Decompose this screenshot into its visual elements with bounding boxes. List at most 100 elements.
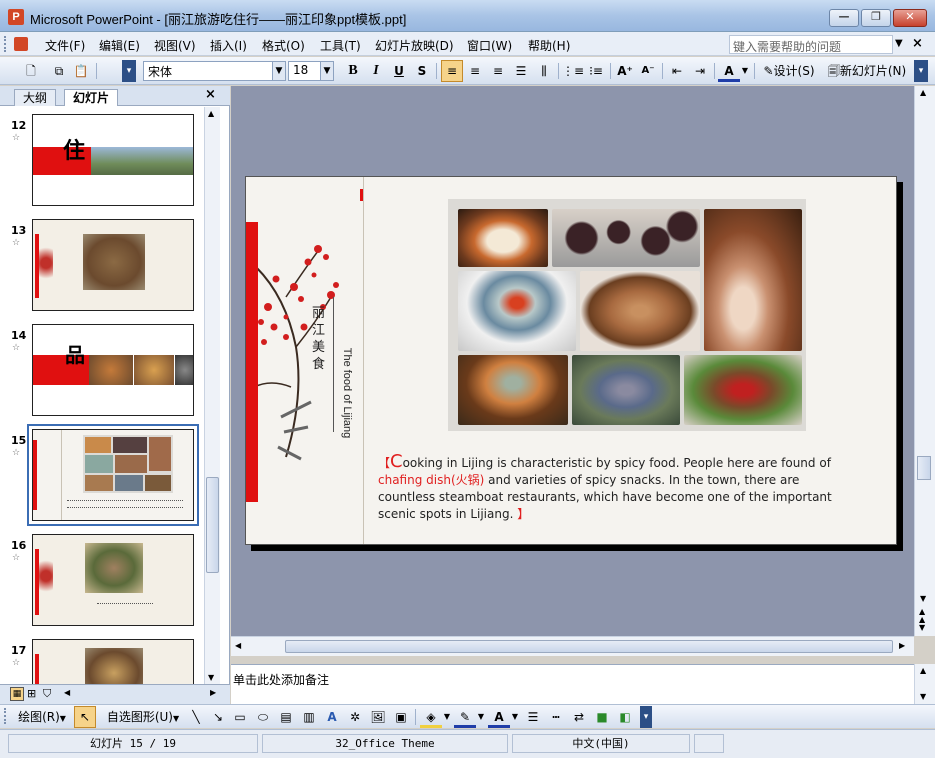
menu-window[interactable]: 窗口(W) (467, 37, 512, 54)
chevron-down-icon[interactable]: ▼ (740, 60, 750, 82)
menu-edit[interactable]: 编辑(E) (99, 37, 140, 54)
help-search-input[interactable]: 键入需要帮助的问题 (729, 35, 893, 54)
textbox-icon[interactable]: ▤ (275, 706, 297, 728)
font-name-select[interactable]: 宋体 ▼ (143, 61, 286, 81)
notes-scrollbar[interactable]: ▲ ▼ (914, 664, 935, 704)
menu-view[interactable]: 视图(V) (154, 37, 196, 54)
minimize-button[interactable]: — (829, 9, 859, 27)
oval-icon[interactable]: ⬭ (252, 706, 274, 728)
line-color-icon[interactable]: ✎ (454, 706, 476, 728)
font-color-icon[interactable]: A (718, 60, 740, 82)
align-center-icon[interactable]: ≡ (464, 60, 486, 82)
3d-style-icon[interactable]: ◧ (614, 706, 636, 728)
menu-slideshow[interactable]: 幻灯片放映(D) (375, 37, 454, 54)
menu-tools[interactable]: 工具(T) (320, 37, 361, 54)
slide-sorter-icon[interactable]: ⊞ (27, 687, 36, 700)
document-icon[interactable] (14, 37, 28, 51)
copy-icon[interactable]: ⧉ (48, 60, 70, 82)
tab-outline[interactable]: 大纲 (14, 89, 57, 106)
insert-picture-icon[interactable]: ▣ (390, 706, 412, 728)
align-right-icon[interactable]: ≡ (487, 60, 509, 82)
slide-title-en[interactable]: The food of Lijiang (341, 318, 353, 468)
line-style-icon[interactable]: ☰ (522, 706, 544, 728)
scroll-right-icon[interactable]: ▶ (899, 641, 905, 650)
scrollbar-thumb[interactable] (285, 640, 893, 653)
wordart-icon[interactable]: A (321, 706, 343, 728)
slide-thumbnail-13[interactable] (32, 219, 194, 311)
scroll-up-icon[interactable]: ▲ (208, 109, 214, 118)
scrollbar-thumb[interactable] (206, 477, 219, 573)
design-button[interactable]: ✎设计(S) (758, 60, 820, 82)
align-left-icon[interactable]: ≡ (441, 60, 463, 82)
new-slide-button[interactable]: 🗐新幻灯片(N) (822, 60, 912, 82)
slide-thumbnail-15[interactable] (27, 424, 199, 526)
rectangle-icon[interactable]: ▭ (229, 706, 251, 728)
font-color-icon[interactable]: A (488, 706, 510, 728)
scroll-left-icon[interactable]: ◀ (235, 641, 241, 650)
underline-button[interactable]: U (388, 60, 410, 82)
tab-slides[interactable]: 幻灯片 (64, 89, 119, 106)
arrow-style-icon[interactable]: ⇄ (568, 706, 590, 728)
toolbar-grip[interactable] (4, 36, 7, 52)
scroll-right-icon[interactable]: ▶ (210, 688, 216, 697)
slide-horizontal-scrollbar[interactable]: ◀ ▶ (231, 636, 914, 656)
slide-thumbnail-12[interactable]: 住 (32, 114, 194, 206)
distributed-icon[interactable]: ⫼ (533, 60, 555, 82)
decrease-font-icon[interactable]: A⁻ (637, 60, 659, 82)
increase-font-icon[interactable]: A⁺ (614, 60, 636, 82)
toolbar-options-icon[interactable]: ▾ (122, 60, 136, 82)
toolbar-options-icon[interactable]: ▾ (914, 60, 928, 82)
chevron-down-icon[interactable]: ▼ (895, 38, 903, 49)
shadow-button[interactable]: S (411, 60, 433, 82)
scroll-down-icon[interactable]: ▼ (208, 673, 214, 682)
menu-help[interactable]: 帮助(H) (528, 37, 570, 54)
chevron-down-icon[interactable]: ▼ (476, 706, 486, 728)
line-icon[interactable]: ╲ (185, 706, 207, 728)
toolbar-options-icon[interactable]: ▾ (640, 706, 652, 728)
slide-thumbnail-16[interactable] (32, 534, 194, 626)
document-close-button[interactable]: × (912, 36, 923, 51)
normal-view-icon[interactable]: ▦ (10, 687, 24, 701)
notes-pane[interactable]: 单击此处添加备注 (231, 664, 914, 704)
menu-format[interactable]: 格式(O) (262, 37, 305, 54)
close-icon[interactable]: × (205, 87, 216, 102)
autoshapes-button[interactable]: 自选图形(U)▼ (103, 706, 183, 728)
italic-button[interactable]: I (365, 60, 387, 82)
slide-title-cn[interactable]: 丽江美食 (312, 305, 326, 373)
font-size-select[interactable]: 18 ▼ (288, 61, 334, 81)
next-slide-icon[interactable]: ▼ (919, 624, 925, 632)
slideshow-icon[interactable]: ⛉ (43, 687, 51, 701)
chevron-down-icon[interactable]: ▼ (320, 62, 333, 80)
food-photo-collage[interactable] (448, 199, 806, 431)
scroll-up-icon[interactable]: ▲ (920, 88, 926, 97)
paste-icon[interactable]: 📋 (70, 60, 92, 82)
scroll-down-icon[interactable]: ▼ (920, 692, 926, 701)
scroll-up-icon[interactable]: ▲ (920, 666, 926, 675)
numbering-icon[interactable]: ⋮≡ (562, 60, 584, 82)
slide-caption[interactable]: 【Cooking in Lijing is characteristic by … (378, 453, 858, 523)
maximize-button[interactable]: ❐ (861, 9, 891, 27)
scroll-down-icon[interactable]: ▼ (920, 594, 926, 603)
decrease-indent-icon[interactable]: ⇤ (666, 60, 688, 82)
fill-color-icon[interactable]: ◈ (420, 706, 442, 728)
select-pointer-icon[interactable]: ↖ (74, 706, 96, 728)
diagram-icon[interactable]: ✲ (344, 706, 366, 728)
draw-menu-button[interactable]: 绘图(R)▼ (14, 706, 70, 728)
chevron-down-icon[interactable]: ▼ (510, 706, 520, 728)
dash-style-icon[interactable]: ┅ (545, 706, 567, 728)
toolbar-grip[interactable] (4, 708, 7, 724)
thumbnail-scrollbar[interactable]: ▲ ▼ (204, 107, 220, 685)
slide-thumbnail-17[interactable] (32, 639, 194, 685)
close-button[interactable]: ✕ (893, 9, 927, 27)
shadow-style-icon[interactable]: ■ (591, 706, 613, 728)
chevron-down-icon[interactable]: ▼ (442, 706, 452, 728)
bold-button[interactable]: B (342, 60, 364, 82)
clipart-icon[interactable]: 🖼 (367, 706, 389, 728)
previous-slide-icon[interactable]: ▲ ▲ (919, 608, 925, 624)
chevron-down-icon[interactable]: ▼ (272, 62, 285, 80)
slide-thumbnail-14[interactable]: 品 (32, 324, 194, 416)
increase-indent-icon[interactable]: ⇥ (689, 60, 711, 82)
scrollbar-thumb[interactable] (917, 456, 931, 480)
new-document-icon[interactable]: 🗋 (20, 60, 42, 82)
scroll-left-icon[interactable]: ◀ (64, 688, 70, 697)
